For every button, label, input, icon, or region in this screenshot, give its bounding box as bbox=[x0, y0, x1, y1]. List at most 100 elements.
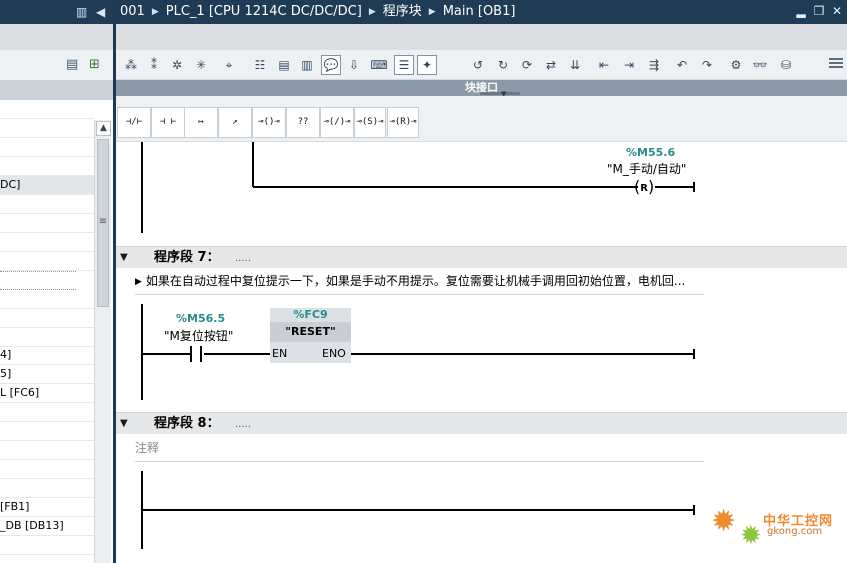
no-contact-m56-5[interactable] bbox=[190, 346, 202, 362]
tree-row[interactable] bbox=[0, 403, 94, 422]
network-7-comment[interactable]: ▶ 如果在自动过程中复位提示一下，如果是手动不用提示。复位需要让机械手调用回初始位… bbox=[135, 271, 704, 295]
network-comments-icon[interactable]: 💬 bbox=[321, 55, 341, 75]
fav-negated-coil[interactable]: ⊸(/)⊸ bbox=[320, 107, 354, 138]
block-interface-bar[interactable]: 块接口 ▼ bbox=[116, 80, 847, 98]
operand-display-icon[interactable]: ⌨ bbox=[369, 55, 389, 75]
go-to-next-error-icon[interactable]: ↻ bbox=[493, 55, 513, 75]
tree-row-fc5[interactable]: 5] bbox=[0, 365, 94, 384]
networks-on-off-icon[interactable]: ☷ bbox=[250, 55, 270, 75]
open-all-networks-icon[interactable]: ▤ bbox=[274, 55, 294, 75]
fav-set-coil[interactable]: ⊸(S)⊸ bbox=[354, 107, 386, 138]
indent-icon[interactable]: ⇤ bbox=[594, 55, 614, 75]
close-all-networks-icon[interactable]: ▥ bbox=[297, 55, 317, 75]
tree-row[interactable] bbox=[0, 214, 94, 233]
tree-row-cpu[interactable]: DC] bbox=[0, 176, 94, 195]
block-name[interactable]: "RESET" bbox=[270, 322, 351, 342]
monitoring-icon[interactable]: ⚙ bbox=[726, 55, 746, 75]
tile-icon[interactable]: ▥ bbox=[76, 4, 87, 20]
table-view-icon[interactable]: ▤ bbox=[66, 57, 78, 72]
delete-network-icon[interactable]: ⁑ bbox=[144, 55, 164, 75]
tree-row[interactable] bbox=[0, 233, 94, 252]
fav-reset-coil[interactable]: ⊸(R)⊸ bbox=[387, 107, 419, 138]
fav-coil[interactable]: ⊸()⊸ bbox=[252, 107, 286, 138]
next-icon[interactable]: ↷ bbox=[697, 55, 717, 75]
collapse-left-icon[interactable]: ◀ bbox=[96, 4, 105, 20]
expand-comment-icon[interactable]: ▶ bbox=[135, 277, 142, 287]
fav-nc-contact[interactable]: ⊣/⊢ bbox=[117, 107, 151, 138]
fc9-reset-block[interactable]: %FC9 "RESET" EN ENO bbox=[270, 308, 351, 363]
tree-row[interactable] bbox=[0, 157, 94, 176]
project-tree-band bbox=[0, 24, 113, 50]
tree-row[interactable] bbox=[0, 441, 94, 460]
show-tag-info-icon[interactable]: ☰ bbox=[394, 55, 414, 75]
network-7-title-placeholder[interactable]: ..... bbox=[235, 252, 251, 266]
tree-row[interactable] bbox=[0, 290, 94, 309]
insert-branch-icon[interactable]: ✲ bbox=[167, 55, 187, 75]
coil-address[interactable]: %M55.6 bbox=[626, 146, 675, 159]
network-8-comment[interactable]: 注释 bbox=[135, 438, 704, 462]
restore-icon[interactable]: ❐ bbox=[812, 3, 826, 19]
go-to-error-icon[interactable]: ↺ bbox=[468, 55, 488, 75]
tree-row-db13[interactable]: _DB [DB13] bbox=[0, 517, 94, 536]
tree-row[interactable] bbox=[0, 100, 94, 119]
toolbar-overflow-icon[interactable] bbox=[829, 58, 843, 70]
tree-row-focused[interactable] bbox=[0, 271, 76, 290]
previous-icon[interactable]: ↶ bbox=[672, 55, 692, 75]
breadcrumb-project[interactable]: 001 bbox=[120, 3, 145, 21]
fav-open-branch[interactable]: ↦ bbox=[184, 107, 218, 138]
collapse-network-icon[interactable]: ▼ bbox=[120, 249, 128, 267]
close-branch-icon[interactable]: ✳ bbox=[191, 55, 211, 75]
compare-icon[interactable]: ⇄ bbox=[541, 55, 561, 75]
contact-address[interactable]: %M56.5 bbox=[176, 312, 225, 325]
empty-rung-wire bbox=[142, 509, 694, 511]
collapse-network-icon[interactable]: ▼ bbox=[120, 415, 128, 433]
add-device-icon[interactable]: ⊞ bbox=[89, 57, 100, 72]
breadcrumb-program-blocks[interactable]: 程序块 bbox=[383, 3, 422, 21]
tree-row[interactable] bbox=[0, 195, 94, 214]
insert-network-icon[interactable]: ⁂ bbox=[121, 55, 141, 75]
scroll-grip-icon: ≡ bbox=[98, 216, 108, 227]
network-7-header[interactable]: ▼ 程序段 7： ..... bbox=[116, 246, 847, 268]
update-calls-icon[interactable]: ⟳ bbox=[517, 55, 537, 75]
minimize-icon[interactable]: ▂ bbox=[794, 3, 808, 19]
program-editor-pane: 001 ▶ PLC_1 [CPU 1214C DC/DC/DC] ▶ 程序块 ▶ Main … bbox=[116, 0, 847, 563]
absolute-operands-icon[interactable]: ⌖ bbox=[219, 55, 239, 75]
rung-end-tick bbox=[693, 505, 695, 515]
tree-row[interactable] bbox=[0, 422, 94, 441]
tree-row[interactable] bbox=[0, 309, 94, 328]
favorites-toggle-icon[interactable]: ✦ bbox=[417, 55, 437, 75]
fav-close-branch[interactable]: ↗ bbox=[218, 107, 252, 138]
download-icon[interactable]: ⇊ bbox=[565, 55, 585, 75]
breadcrumb-plc[interactable]: PLC_1 [CPU 1214C DC/DC/DC] bbox=[166, 3, 362, 21]
tree-item-label: _DB [DB13] bbox=[0, 519, 64, 532]
breadcrumb-main-ob1[interactable]: Main [OB1] bbox=[443, 3, 516, 21]
project-tree-scrollbar[interactable]: ▲ ≡ bbox=[94, 120, 111, 563]
monitor-on-off-icon[interactable]: 👓 bbox=[750, 55, 770, 75]
tree-row-fc6[interactable]: L [FC6] bbox=[0, 384, 94, 403]
fav-empty-box[interactable]: ?? bbox=[286, 107, 320, 138]
shift-icon[interactable]: ⇶ bbox=[644, 55, 664, 75]
reset-coil[interactable]: (R) bbox=[634, 179, 654, 196]
tree-row[interactable] bbox=[0, 479, 94, 498]
tree-row[interactable] bbox=[0, 119, 94, 138]
coil-symbol[interactable]: "M_手动/自动" bbox=[607, 160, 686, 177]
fav-no-contact[interactable]: ⊣ ⊢ bbox=[151, 107, 185, 138]
force-icon[interactable]: ⛁ bbox=[776, 55, 796, 75]
outdent-icon[interactable]: ⇥ bbox=[619, 55, 639, 75]
network-8-title-placeholder[interactable]: ..... bbox=[235, 418, 251, 432]
network-8-title: 程序段 8： bbox=[154, 416, 220, 431]
tree-item-label: 4] bbox=[0, 348, 12, 361]
block-address[interactable]: %FC9 bbox=[270, 308, 351, 322]
tree-row[interactable] bbox=[0, 460, 94, 479]
display-favorites-icon[interactable]: ⇩ bbox=[344, 55, 364, 75]
contact-symbol[interactable]: "M复位按钮" bbox=[164, 327, 233, 344]
tree-row[interactable] bbox=[0, 536, 94, 555]
tree-row-fb1[interactable]: [FB1] bbox=[0, 498, 94, 517]
tree-row[interactable] bbox=[0, 138, 94, 157]
tree-row[interactable] bbox=[0, 328, 94, 347]
close-icon[interactable]: ✕ bbox=[830, 3, 844, 19]
network-8-header[interactable]: ▼ 程序段 8： ..... bbox=[116, 412, 847, 434]
scroll-up-icon[interactable]: ▲ bbox=[96, 121, 111, 136]
tree-row[interactable] bbox=[0, 252, 94, 271]
tree-row-fc4[interactable]: 4] bbox=[0, 346, 94, 365]
